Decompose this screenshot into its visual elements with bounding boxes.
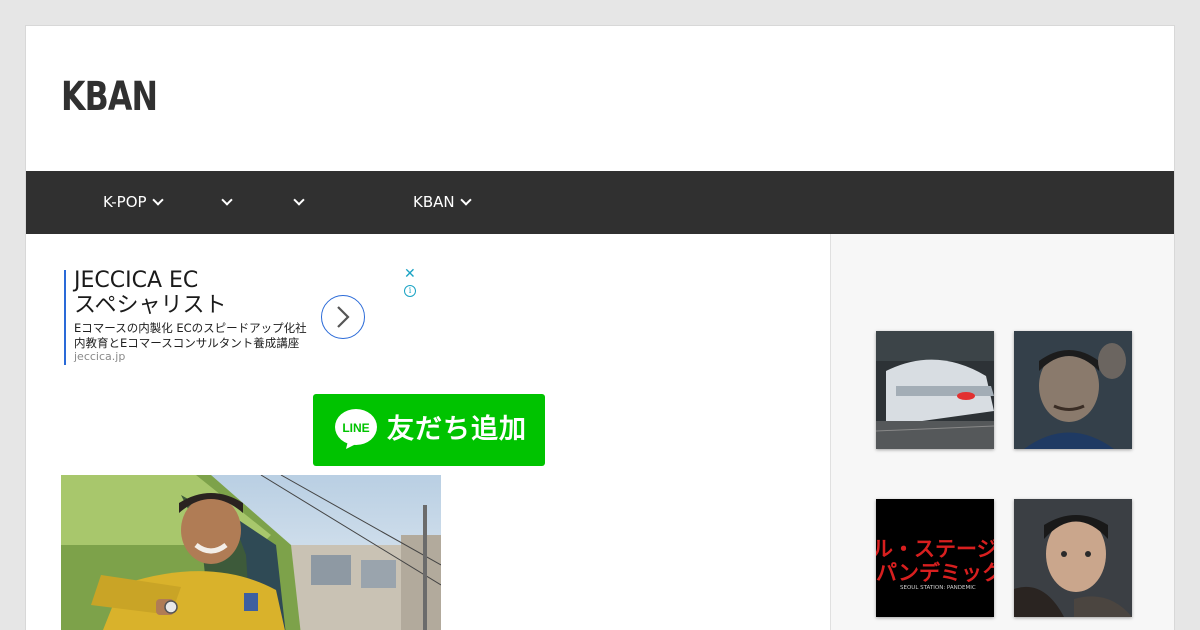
ad-banner[interactable]: JECCICA EC スペシャリスト Eコマースの内製化 ECのスピードアップ化… — [64, 266, 420, 365]
site-title[interactable]: KBAN — [61, 74, 158, 120]
ad-description: Eコマースの内製化 ECのスピードアップ化社 内教育とEコマースコンサルタント養… — [74, 321, 324, 350]
sidebar: ル・ステージ パンデミック SEOUL STATION: PANDEMIC — [830, 234, 1174, 630]
nav-item-kpop[interactable]: K-POP — [103, 171, 164, 234]
taxi-driver-photo — [61, 475, 441, 630]
info-icon[interactable]: i — [404, 285, 416, 297]
man-portrait-image — [1014, 499, 1132, 617]
nav-item-label: KBAN — [413, 193, 455, 211]
train-image — [876, 331, 994, 449]
line-logo-icon: LINE — [335, 409, 377, 449]
sidebar-thumb-train[interactable] — [876, 331, 994, 449]
nav-item-2[interactable] — [216, 171, 233, 234]
ad-accent-bar — [64, 270, 66, 365]
ad-open-button[interactable] — [321, 295, 365, 339]
sidebar-thumb-actor[interactable] — [1014, 331, 1132, 449]
chevron-down-icon — [221, 194, 233, 206]
chevron-down-icon — [293, 194, 305, 206]
line-logo-text: LINE — [342, 421, 369, 435]
ad-title-line2: スペシャリスト — [74, 293, 227, 318]
nav-item-label: K-POP — [103, 193, 147, 211]
line-button-label: 友だち追加 — [387, 414, 527, 445]
main-nav: K-POP KBAN — [26, 171, 1174, 234]
ad-title[interactable]: JECCICA EC スペシャリスト — [74, 268, 324, 318]
chevron-down-icon — [459, 194, 472, 206]
page-container: KBAN K-POP KBAN JECCICA EC スペシャリスト Eコマース… — [25, 25, 1175, 630]
ad-domain: jeccica.jp — [74, 350, 126, 363]
title-card-line2: パンデミック — [876, 561, 994, 585]
site-header: KBAN — [26, 26, 1174, 171]
sidebar-thumb-title-card[interactable]: ル・ステージ パンデミック SEOUL STATION: PANDEMIC — [876, 499, 994, 617]
sidebar-thumb-man-portrait[interactable] — [1014, 499, 1132, 617]
ad-desc-line1: Eコマースの内製化 ECのスピードアップ化社 — [74, 321, 307, 335]
actor-image — [1014, 331, 1132, 449]
ad-title-line1: JECCICA EC — [74, 268, 199, 293]
nav-item-3[interactable] — [288, 171, 305, 234]
ad-desc-line2: 内教育とEコマースコンサルタント養成講座 — [74, 335, 300, 350]
nav-item-kban[interactable]: KBAN — [413, 171, 472, 234]
chevron-right-icon — [337, 306, 350, 328]
title-card-caption: SEOUL STATION: PANDEMIC — [900, 585, 976, 591]
line-add-friend-button[interactable]: LINE 友だち追加 — [313, 394, 545, 466]
chevron-down-icon — [151, 194, 164, 206]
main-content: JECCICA EC スペシャリスト Eコマースの内製化 ECのスピードアップ化… — [26, 234, 830, 630]
close-icon[interactable]: ✕ — [404, 266, 416, 282]
featured-image[interactable] — [61, 475, 441, 630]
